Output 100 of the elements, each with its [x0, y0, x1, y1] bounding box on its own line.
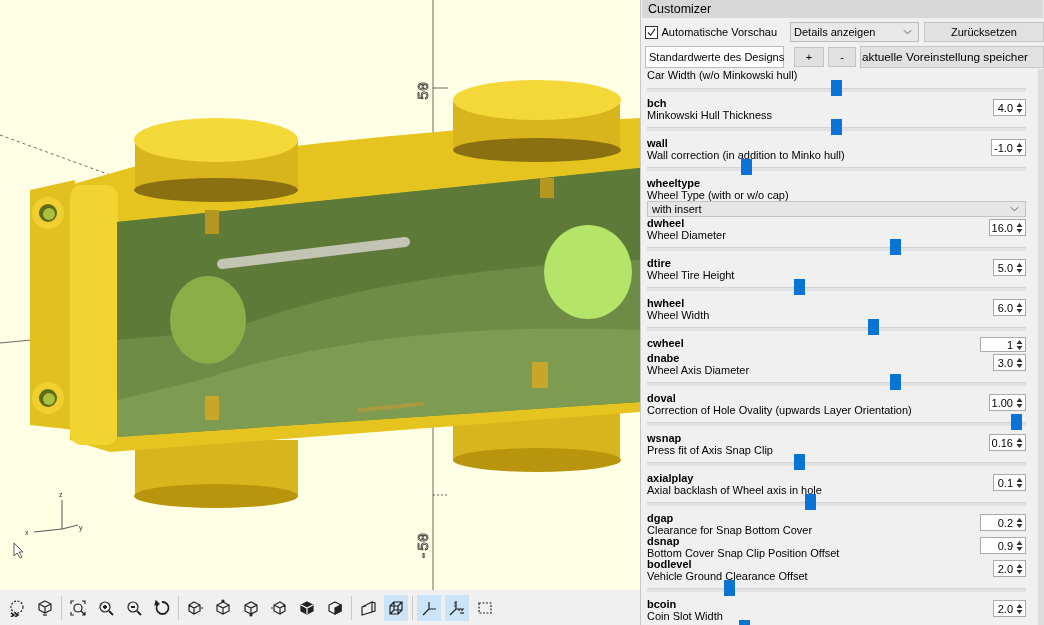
checkbox[interactable] — [645, 25, 658, 39]
parameter-name: dgap — [647, 512, 675, 524]
slider-thumb[interactable] — [889, 239, 901, 255]
number-field[interactable]: 0.9 — [980, 537, 1026, 554]
parameter-description: Wall correction (in addition to Minko hull) — [647, 149, 845, 161]
parameter-description: Minkowski Hull Thickness — [647, 109, 773, 121]
spin-arrows-icon — [1015, 100, 1024, 115]
parameter-name: wsnap — [647, 432, 683, 444]
slider-thumb[interactable] — [867, 319, 879, 335]
parameter-description: Wheel Axis Diameter — [647, 364, 750, 376]
dropdown[interactable]: Details anzeigen — [790, 22, 919, 42]
slider[interactable] — [647, 121, 1026, 137]
slider[interactable] — [647, 582, 1026, 598]
scale-markers-icon — [448, 598, 466, 617]
slider[interactable] — [647, 281, 1026, 297]
add-button[interactable]: + — [794, 47, 824, 67]
number-field[interactable]: -1.0 — [991, 139, 1026, 156]
slider[interactable] — [647, 456, 1026, 472]
parameter-name: axialplay — [647, 472, 695, 484]
slider-thumb[interactable] — [889, 374, 901, 390]
parameter-name: wheeltype — [647, 177, 702, 189]
cube-icon — [36, 598, 54, 617]
spin-arrows-icon — [1015, 337, 1024, 352]
slider[interactable] — [647, 82, 1026, 98]
parameter-name: dwheel — [647, 217, 686, 229]
number-field[interactable]: 0.1 — [993, 474, 1026, 491]
number-field[interactable]: 6.0 — [993, 299, 1026, 316]
spin-arrows-icon — [1015, 515, 1024, 530]
view-top-icon — [214, 598, 232, 617]
slider[interactable] — [647, 241, 1026, 257]
number-field[interactable]: 2.0 — [993, 600, 1026, 617]
parameter-description: Wheel Tire Height — [647, 269, 735, 281]
number-field[interactable]: 1.00 — [988, 394, 1026, 411]
slider-thumb[interactable] — [794, 279, 806, 295]
number-field[interactable]: 3.0 — [993, 354, 1026, 371]
spin-arrows-icon — [1015, 475, 1024, 490]
parameter-name: dtire — [647, 257, 672, 269]
slider-thumb[interactable] — [831, 119, 842, 135]
number-field[interactable]: 4.0 — [993, 99, 1026, 116]
slider[interactable] — [647, 161, 1026, 177]
parameter-description: Wheel Diameter — [647, 229, 726, 241]
slider-thumb[interactable] — [831, 80, 842, 96]
zoom-out-icon — [125, 598, 143, 617]
spin-arrows-icon — [1015, 561, 1024, 576]
caret-icon — [902, 29, 912, 35]
number-field[interactable]: 5.0 — [993, 259, 1026, 276]
parameter-description: Wheel Width — [647, 309, 710, 321]
reset-view-icon — [153, 598, 171, 617]
slider-thumb[interactable] — [805, 494, 817, 510]
orthogonal-icon — [387, 598, 405, 617]
slider-thumb[interactable] — [794, 454, 806, 470]
scale-markers-button[interactable] — [445, 594, 469, 621]
number-field[interactable]: 16.0 — [988, 219, 1026, 236]
number-field[interactable]: 2.0 — [993, 560, 1026, 577]
parameter-description: Wheel Type (with or w/o cap) — [647, 189, 789, 201]
remove-button[interactable]: - — [828, 47, 856, 67]
spin-arrows-icon — [1015, 220, 1024, 235]
caret-icon — [1010, 206, 1019, 212]
orientation-axes-icon — [33, 499, 79, 533]
parameter-name: hwheel — [647, 297, 686, 309]
axis-label: 50 — [416, 82, 433, 100]
parameter-description: Axial backlash of Wheel axis in hole — [647, 484, 822, 496]
preview-icon — [8, 598, 26, 617]
slider-thumb[interactable] — [740, 159, 752, 175]
parameter-name: cwheel — [647, 337, 684, 349]
spin-arrows-icon — [1015, 601, 1024, 616]
parameter-name: dsnap — [647, 535, 681, 547]
spin-arrows-icon — [1015, 538, 1024, 553]
panel-title: Customizer — [642, 0, 1043, 18]
orthogonal-button[interactable] — [384, 594, 408, 621]
dropdown[interactable]: Standardwerte des Designs — [645, 46, 784, 68]
number-field[interactable]: 1 — [980, 337, 1026, 352]
parameter-name: bch — [647, 97, 668, 109]
checkbox-label: Automatische Vorschau — [661, 26, 779, 38]
number-field[interactable]: 0.16 — [988, 434, 1026, 451]
spin-arrows-icon — [1015, 300, 1024, 315]
slider[interactable] — [647, 321, 1026, 337]
cursor-icon — [13, 542, 24, 559]
perspective-icon — [359, 598, 377, 617]
zoom-all-icon — [69, 598, 87, 617]
reset-button[interactable]: Zurücksetzen — [923, 22, 1044, 42]
slider[interactable] — [647, 496, 1026, 512]
zoom-in-icon — [97, 598, 115, 617]
slider[interactable] — [647, 376, 1026, 392]
axes-button[interactable] — [417, 594, 441, 621]
save-preset-button[interactable]: aktuelle Voreinstellung speicher — [860, 46, 1044, 68]
parameter-name: bcoin — [647, 598, 678, 610]
parameter-name: bodlevel — [647, 558, 693, 570]
spin-arrows-icon — [1015, 435, 1024, 450]
axis-label: -50 — [416, 533, 433, 560]
parameter-name: wall — [647, 137, 669, 149]
slider-thumb[interactable] — [1011, 414, 1023, 430]
dropdown[interactable]: with insert — [647, 201, 1026, 217]
parameter-description: Correction of Hole Ovality (upwards Layer Orientation) — [647, 404, 912, 416]
spin-arrows-icon — [1015, 140, 1024, 155]
slider[interactable] — [647, 416, 1026, 432]
parameter-description: Clearance for Snap Bottom Cover — [647, 524, 813, 536]
slider-thumb[interactable] — [724, 580, 736, 596]
number-field[interactable]: 0.2 — [980, 514, 1026, 531]
parameter-name: dnabe — [647, 352, 681, 364]
